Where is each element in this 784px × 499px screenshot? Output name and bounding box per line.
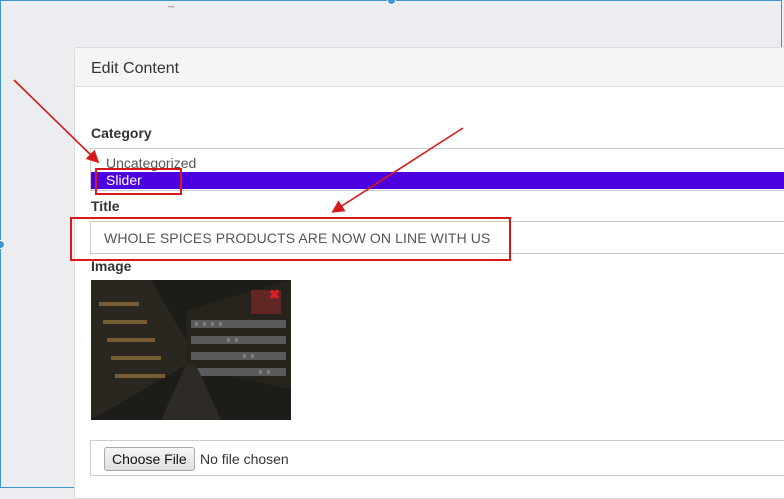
store-aisle-photo [91, 280, 291, 420]
category-label: Category [91, 125, 152, 141]
file-status-text: No file chosen [200, 451, 289, 467]
resize-handle-left[interactable] [0, 240, 5, 249]
edit-content-panel: Edit Content [74, 47, 784, 499]
close-icon[interactable]: ✖ [269, 288, 280, 301]
image-thumbnail: ✖ [91, 280, 291, 420]
panel-title: Edit Content [91, 60, 180, 77]
panel-heading: Edit Content [75, 48, 784, 87]
minimize-glyph: _ [168, 0, 175, 8]
highlight-box-title [70, 217, 511, 261]
highlight-box-slider [95, 168, 182, 195]
choose-file-button[interactable]: Choose File [104, 447, 195, 471]
category-option-slider[interactable]: Slider [91, 172, 784, 189]
file-upload: Choose File No file chosen [90, 440, 784, 476]
title-label: Title [91, 198, 120, 214]
category-select[interactable]: Uncategorized Slider [90, 148, 784, 191]
resize-handle-top[interactable] [387, 0, 396, 5]
category-option-uncategorized[interactable]: Uncategorized [91, 155, 784, 172]
